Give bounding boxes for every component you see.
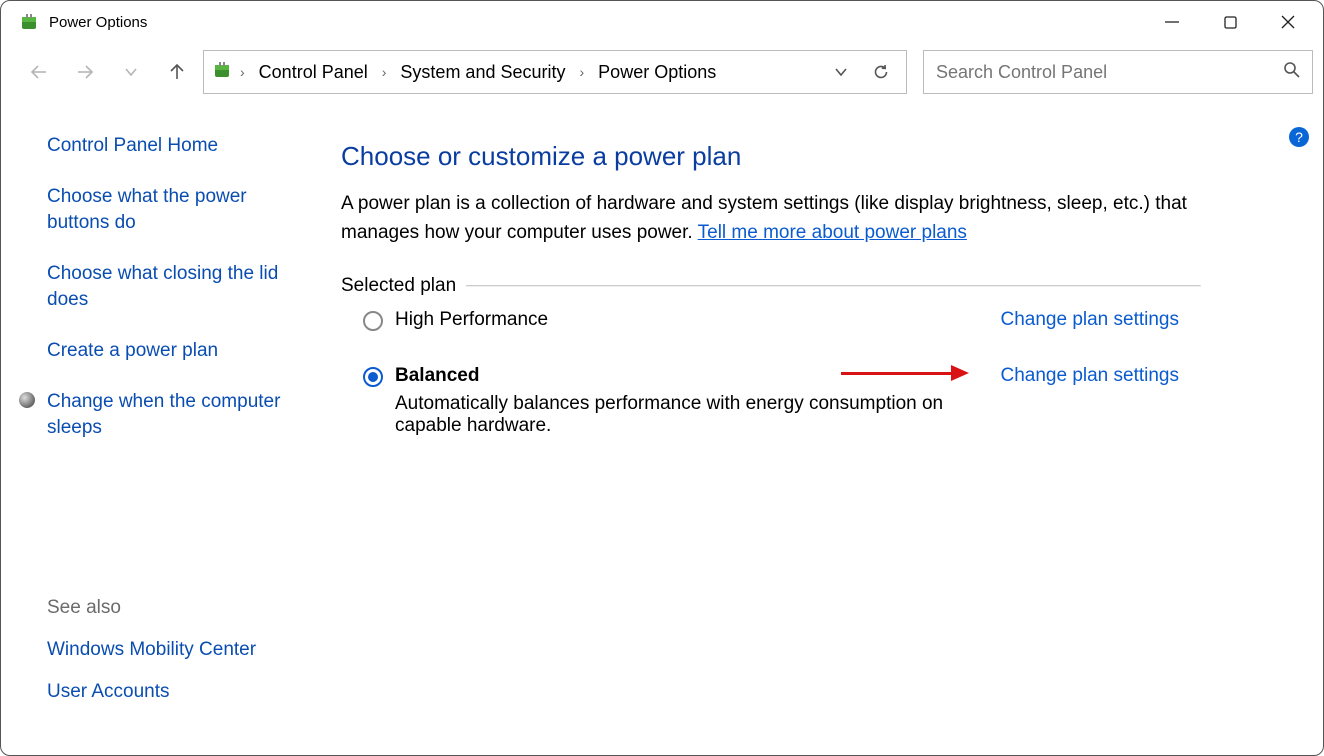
help-icon[interactable]: ? [1289,127,1309,147]
plan-desc-balanced: Automatically balances performance with … [395,393,980,437]
breadcrumb-control-panel[interactable]: Control Panel [253,62,374,83]
recent-dropdown-button[interactable] [111,52,151,92]
forward-button[interactable] [65,52,105,92]
plan-row-balanced: Balanced Automatically balances performa… [341,337,1201,443]
sidebar-link-power-buttons[interactable]: Choose what the power buttons do [47,184,301,237]
search-icon[interactable] [1283,61,1300,83]
radio-balanced[interactable] [363,367,383,387]
selected-plan-section: Selected plan High Performance Change pl… [341,275,1201,443]
see-also-mobility-center[interactable]: Windows Mobility Center [47,639,301,661]
change-plan-settings-balanced[interactable]: Change plan settings [1000,365,1179,387]
close-button[interactable] [1259,1,1317,43]
page-heading: Choose or customize a power plan [341,141,1201,172]
app-icon [19,12,39,32]
breadcrumb-power-options[interactable]: Power Options [592,62,722,83]
see-also-heading: See also [47,597,301,619]
breadcrumb-bar[interactable]: › Control Panel › System and Security › … [203,50,907,94]
main-panel: Choose or customize a power plan A power… [321,101,1241,755]
chevron-right-icon[interactable]: › [380,64,389,80]
window-title: Power Options [49,14,1143,31]
learn-more-link[interactable]: Tell me more about power plans [698,222,967,243]
chevron-right-icon[interactable]: › [238,64,247,80]
up-button[interactable] [157,52,197,92]
sidebar: Control Panel Home Choose what the power… [1,101,321,755]
maximize-button[interactable] [1201,1,1259,43]
chevron-right-icon[interactable]: › [578,64,587,80]
search-box[interactable] [923,50,1313,94]
sidebar-link-home[interactable]: Control Panel Home [47,133,301,160]
breadcrumb-icon [212,60,232,85]
minimize-button[interactable] [1143,1,1201,43]
see-also-user-accounts[interactable]: User Accounts [47,681,301,703]
address-bar: › Control Panel › System and Security › … [1,43,1323,101]
annotation-arrow [841,365,969,381]
change-plan-settings-high-performance[interactable]: Change plan settings [1000,309,1179,331]
title-bar: Power Options [1,1,1323,43]
search-input[interactable] [936,62,1283,83]
sidebar-link-computer-sleeps[interactable]: Change when the computer sleeps [47,389,301,442]
plan-name-high-performance[interactable]: High Performance [395,309,980,331]
back-button[interactable] [19,52,59,92]
content-area: Control Panel Home Choose what the power… [1,101,1323,755]
page-description: A power plan is a collection of hardware… [341,190,1201,247]
breadcrumb-system-security[interactable]: System and Security [394,62,571,83]
sidebar-link-closing-lid[interactable]: Choose what closing the lid does [47,261,301,314]
sidebar-link-create-plan[interactable]: Create a power plan [47,338,301,365]
radio-high-performance[interactable] [363,311,383,331]
section-label: Selected plan [341,275,466,297]
refresh-button[interactable] [864,55,898,89]
sidebar-see-also: See also Windows Mobility Center User Ac… [47,597,301,723]
plan-row-high-performance: High Performance Change plan settings [341,287,1201,337]
address-dropdown-button[interactable] [824,55,858,89]
current-page-bullet-icon [19,392,35,408]
